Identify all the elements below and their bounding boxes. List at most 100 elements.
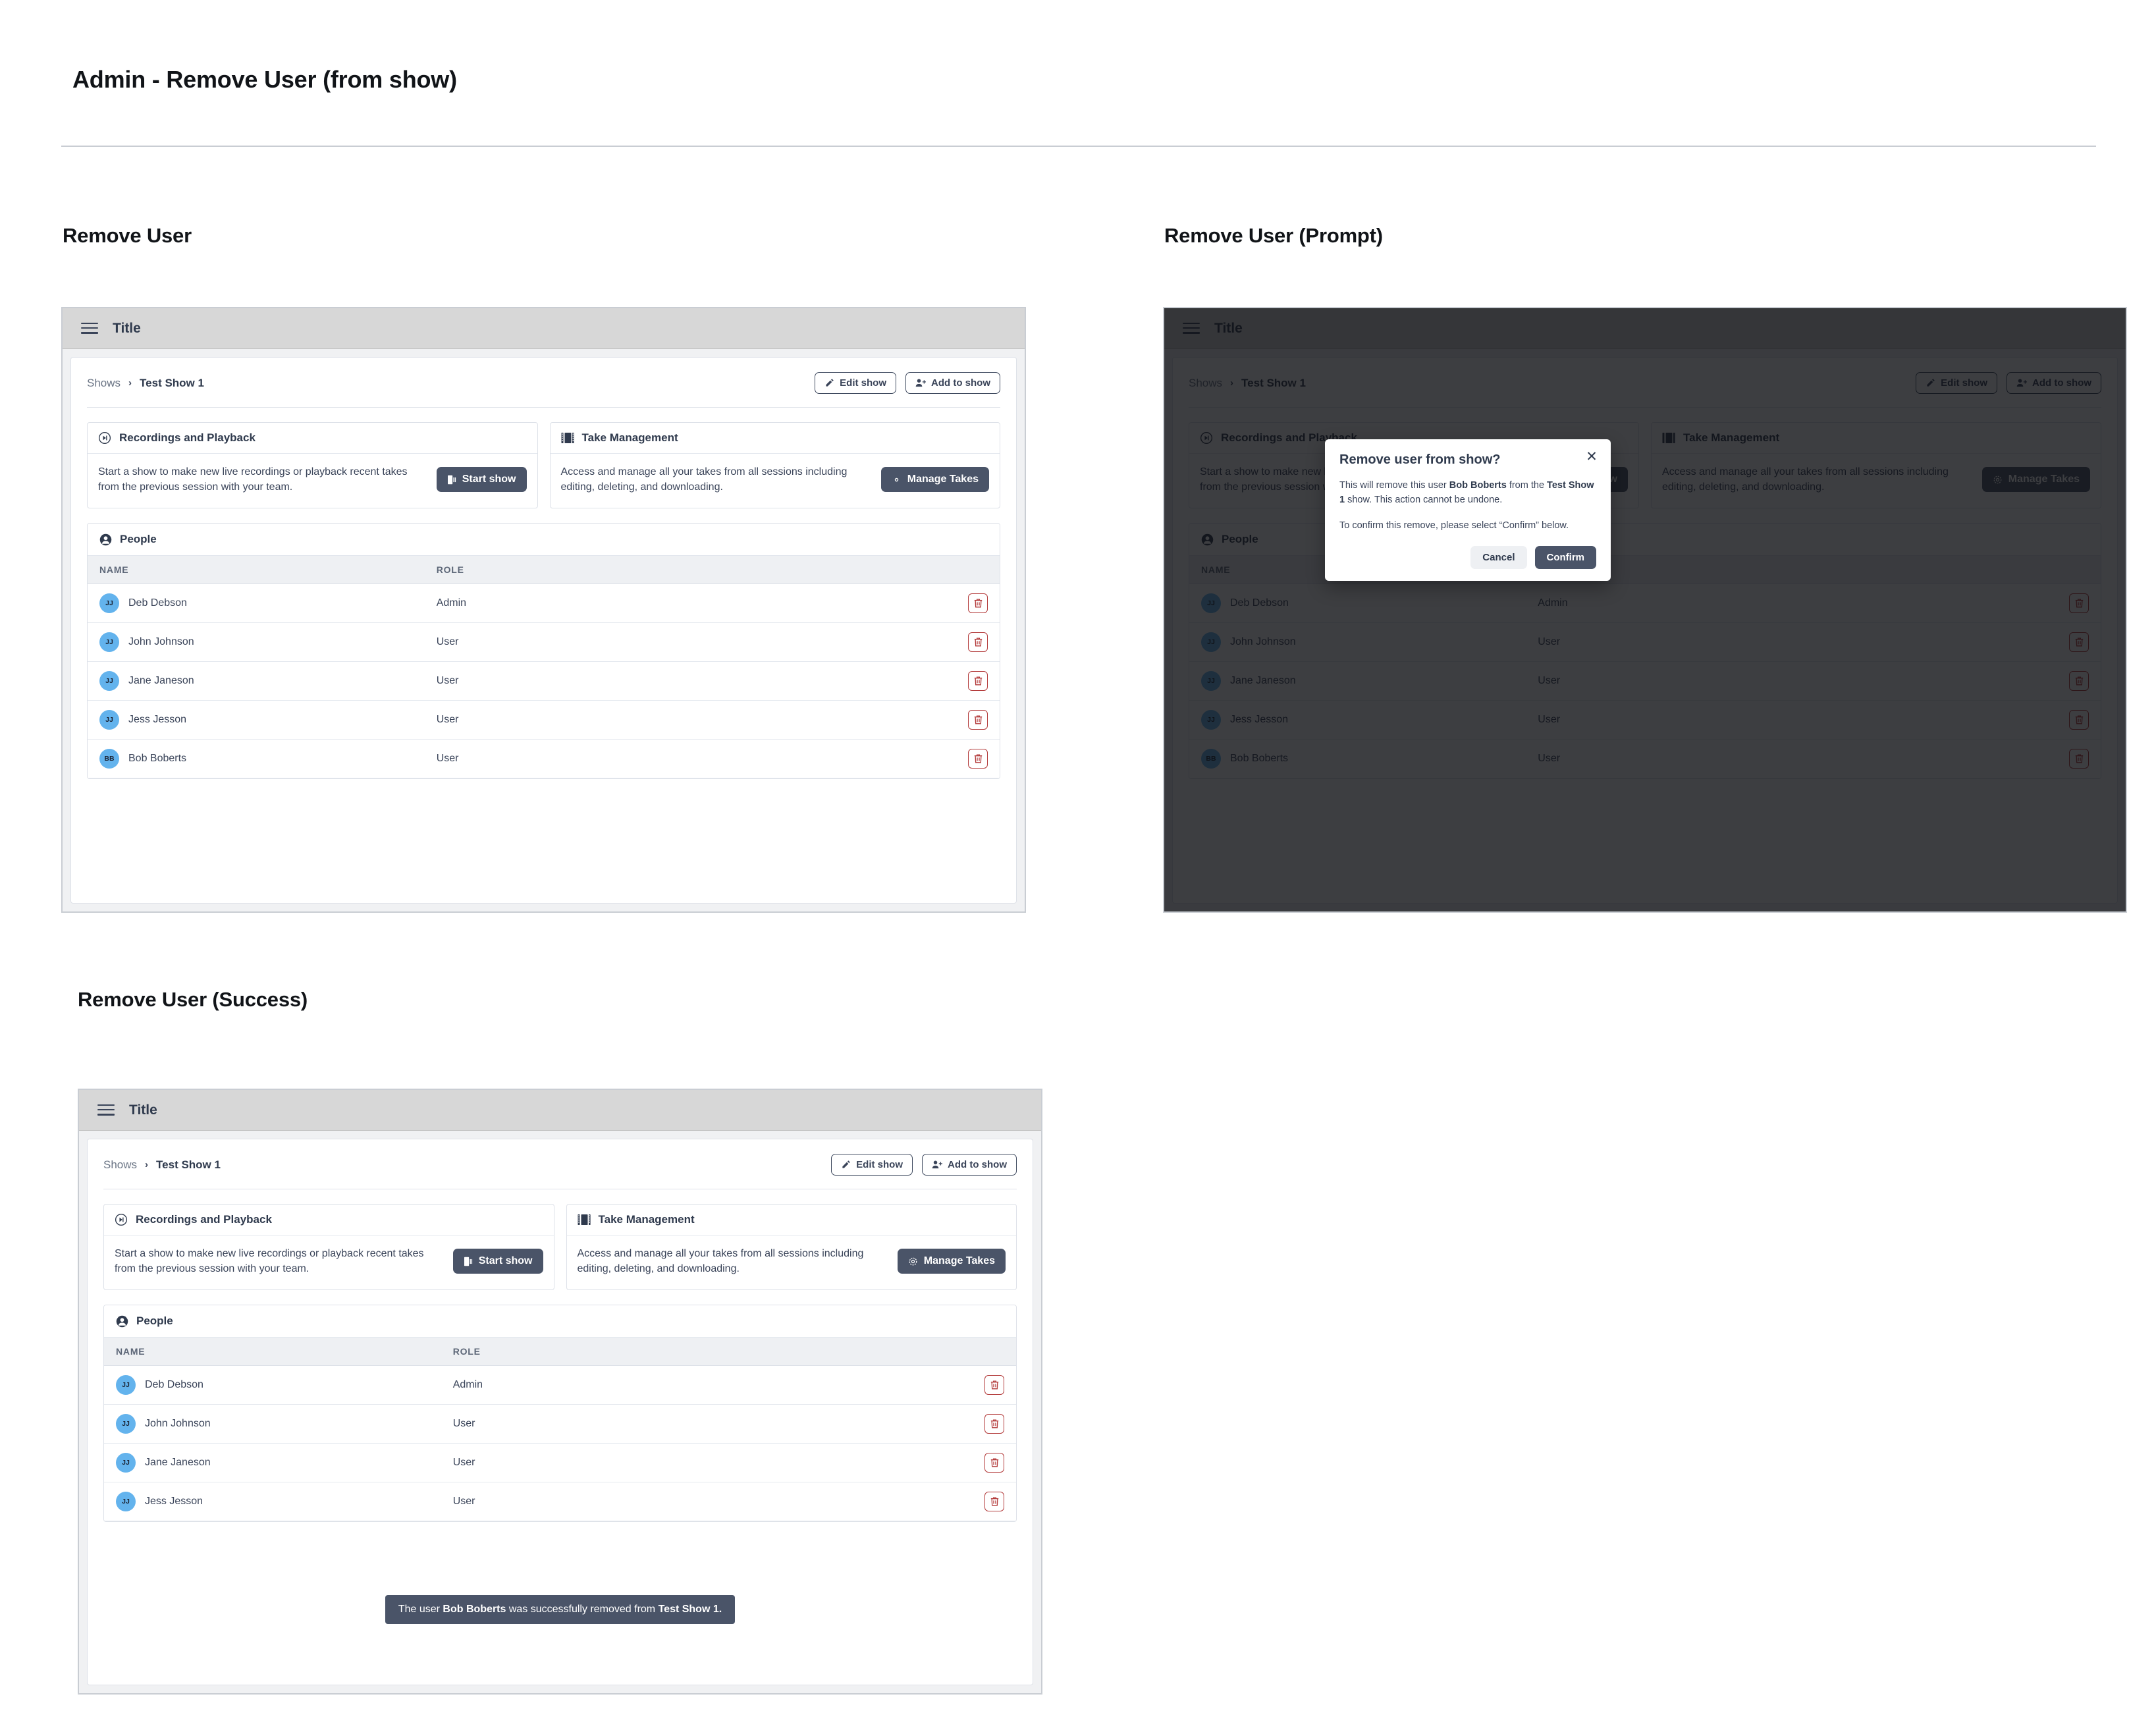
start-show-label: Start show: [478, 1255, 533, 1267]
start-show-button[interactable]: Start show: [436, 467, 527, 493]
breadcrumb-shows-link[interactable]: Shows: [103, 1158, 137, 1172]
recordings-playback-header: Recordings and Playback: [88, 423, 537, 454]
cell-role: User: [424, 622, 954, 663]
edit-show-button[interactable]: Edit show: [815, 372, 896, 394]
people-panel: People NAME ROLE JJ Deb Debson Admin JJ John…: [87, 523, 1000, 780]
confirm-button[interactable]: Confirm: [1534, 546, 1596, 570]
avatar: JJ: [116, 1414, 136, 1434]
recordings-playback-text: Start a show to make new live recordings…: [115, 1248, 424, 1275]
edit-show-button[interactable]: Edit show: [831, 1154, 913, 1176]
user-plus-icon: [932, 1160, 942, 1170]
door-enter-icon: [447, 475, 456, 485]
take-management-card: Take Management Access and manage all yo…: [549, 422, 1000, 509]
cell-name: JJ Jess Jesson: [88, 700, 425, 740]
toast-text-mid: was successfully removed from: [506, 1604, 659, 1615]
show-actions: Edit show Add to show: [815, 372, 1000, 394]
person-name: John Johnson: [128, 636, 194, 648]
trash-icon[interactable]: [984, 1375, 1004, 1396]
table-row: BB Bob Boberts User: [88, 739, 1000, 779]
cell-actions: [954, 739, 1000, 779]
cell-role: User: [424, 739, 954, 779]
breadcrumb-current: Test Show 1: [140, 376, 204, 389]
hamburger-menu-icon[interactable]: [97, 1104, 115, 1116]
recordings-playback-text: Start a show to make new live recordings…: [98, 466, 408, 493]
cell-role: Admin: [424, 583, 954, 624]
modal-body-line-2: To confirm this remove, please select “C…: [1339, 520, 1569, 531]
modal-actions: Cancel Confirm: [1339, 546, 1596, 570]
add-to-show-button[interactable]: Add to show: [905, 372, 1000, 394]
cell-role: User: [441, 1482, 970, 1522]
app-canvas: Shows › Test Show 1 Edit show: [79, 1131, 1041, 1693]
breadcrumb-current: Test Show 1: [156, 1158, 221, 1171]
edit-show-label: Edit show: [840, 377, 886, 389]
breadcrumb-separator-icon: ›: [145, 1159, 149, 1170]
trash-icon[interactable]: [984, 1453, 1004, 1473]
app-bar-title: Title: [129, 1102, 157, 1118]
screen-remove-user: Title Shows › Test Show 1 Edit show Add …: [61, 307, 1026, 913]
person-name: John Johnson: [145, 1418, 211, 1430]
table-row: JJ Deb Debson Admin: [104, 1365, 1016, 1405]
avatar: JJ: [99, 632, 119, 653]
cell-name: BB Bob Boberts: [88, 739, 425, 779]
avatar: JJ: [116, 1375, 136, 1396]
person-name: Bob Boberts: [128, 753, 187, 765]
cell-actions: [970, 1443, 1016, 1483]
gear-icon: [892, 475, 902, 485]
cell-actions: [954, 622, 1000, 663]
start-show-button[interactable]: Start show: [452, 1249, 543, 1274]
show-detail-card: Shows › Test Show 1 Edit show: [70, 357, 1017, 904]
trash-icon[interactable]: [984, 1414, 1004, 1434]
toast-text-user: Bob Boberts: [443, 1604, 506, 1615]
user-plus-icon: [915, 378, 926, 388]
cell-role: User: [441, 1443, 970, 1483]
recordings-playback-body: Start a show to make new live recordings…: [104, 1235, 554, 1289]
modal-backdrop[interactable]: [1164, 308, 2126, 911]
recordings-playback-title: Recordings and Playback: [136, 1213, 272, 1226]
cancel-button[interactable]: Cancel: [1470, 546, 1527, 570]
recordings-playback-body: Start a show to make new live recordings…: [88, 454, 537, 508]
table-row: JJ Jess Jesson User: [104, 1482, 1016, 1522]
cell-name: JJ Jane Janeson: [88, 661, 425, 701]
breadcrumb-shows-link[interactable]: Shows: [87, 377, 121, 390]
table-row: JJ Deb Debson Admin: [88, 583, 1000, 624]
take-management-body: Access and manage all your takes from al…: [567, 1235, 1017, 1289]
people-table-header-row: NAME ROLE: [88, 556, 1000, 585]
modal-text-pre: This will remove this user: [1339, 480, 1449, 491]
trash-icon[interactable]: [968, 632, 988, 653]
trash-icon[interactable]: [968, 593, 988, 614]
recordings-playback-card: Recordings and Playback Start a show to …: [103, 1204, 554, 1291]
people-title: People: [120, 533, 157, 546]
take-management-header: Take Management: [550, 423, 1000, 454]
manage-takes-button[interactable]: Manage Takes: [897, 1249, 1006, 1274]
add-to-show-label: Add to show: [931, 377, 990, 389]
person-name: Jane Janeson: [128, 675, 194, 687]
add-to-show-button[interactable]: Add to show: [922, 1154, 1017, 1176]
trash-icon[interactable]: [968, 710, 988, 730]
hamburger-menu-icon[interactable]: [81, 322, 98, 335]
person-circle-icon: [99, 533, 112, 546]
screenshot-root: Admin - Remove User (from show) Remove U…: [0, 0, 2156, 1736]
film-strip-icon: [578, 1214, 591, 1226]
pencil-icon: [824, 378, 834, 388]
trash-icon[interactable]: [968, 671, 988, 692]
cell-name: JJ Deb Debson: [104, 1365, 441, 1405]
trash-icon[interactable]: [984, 1492, 1004, 1512]
manage-takes-button[interactable]: Manage Takes: [880, 467, 989, 493]
cell-role: User: [441, 1404, 970, 1444]
close-icon[interactable]: ✕: [1584, 450, 1599, 465]
recordings-playback-header: Recordings and Playback: [104, 1205, 554, 1235]
avatar: BB: [99, 749, 119, 769]
cell-actions: [954, 700, 1000, 740]
header-divider: [61, 146, 2096, 147]
breadcrumb-separator-icon: ›: [128, 377, 132, 389]
person-circle-icon: [116, 1315, 128, 1328]
recordings-playback-card: Recordings and Playback Start a show to …: [87, 422, 538, 509]
page-title: Admin - Remove User (from show): [72, 66, 457, 93]
table-row: JJ Jane Janeson User: [88, 661, 1000, 701]
trash-icon[interactable]: [968, 749, 988, 769]
person-name: Jess Jesson: [145, 1496, 203, 1507]
cell-actions: [970, 1482, 1016, 1522]
column-header-actions: [954, 556, 1000, 585]
app-bar-title: Title: [113, 320, 141, 336]
app-canvas: Shows › Test Show 1 Edit show: [63, 349, 1025, 911]
